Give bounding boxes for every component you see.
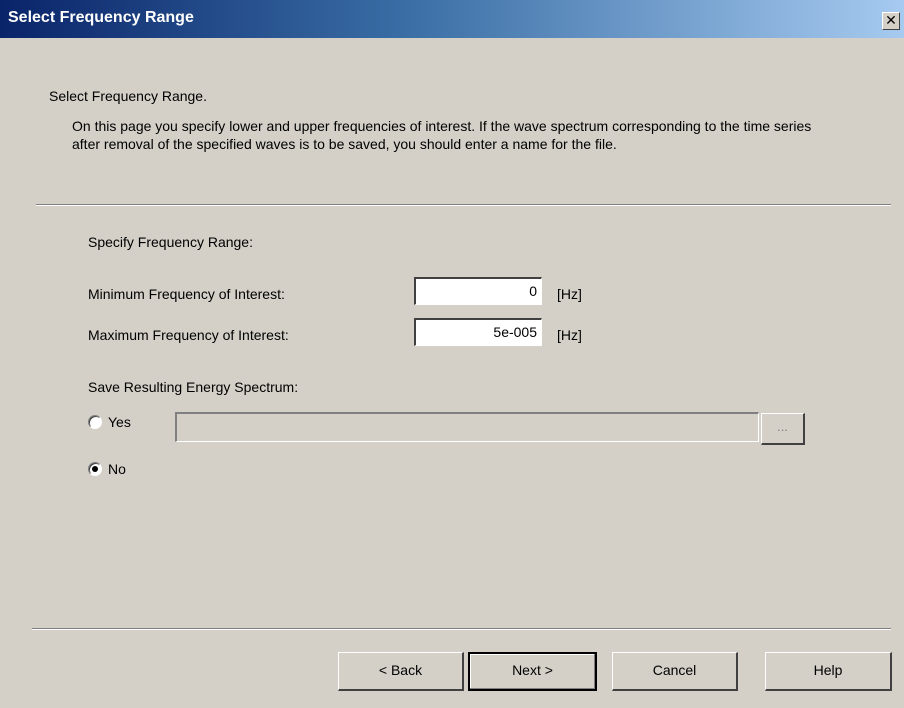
browse-button: ... [761,413,805,445]
radio-no-circle[interactable] [88,462,102,476]
next-button[interactable]: Next > [468,652,597,691]
min-frequency-label: Minimum Frequency of Interest: [88,286,285,302]
max-frequency-unit: [Hz] [557,327,582,343]
save-spectrum-label: Save Resulting Energy Spectrum: [88,379,299,395]
max-frequency-label: Maximum Frequency of Interest: [88,327,289,343]
radio-no[interactable]: No [88,461,126,477]
frequency-range-label: Specify Frequency Range: [88,234,253,250]
min-frequency-unit: [Hz] [557,286,582,302]
radio-yes-label[interactable]: Yes [108,414,131,430]
back-button[interactable]: < Back [338,652,464,691]
header-separator [36,204,891,206]
title-bar[interactable]: Select Frequency Range ✕ [0,0,904,38]
radio-no-label[interactable]: No [108,461,126,477]
footer-separator [32,628,891,630]
file-path-input [175,412,759,442]
page-description: On this page you specify lower and upper… [72,118,812,152]
page-heading: Select Frequency Range. [49,88,207,104]
wizard-dialog: Select Frequency Range ✕ Select Frequenc… [0,0,904,708]
min-frequency-input[interactable]: 0 [414,277,542,305]
cancel-button[interactable]: Cancel [612,652,738,691]
max-frequency-input[interactable]: 5e-005 [414,318,542,346]
close-icon: ✕ [885,12,897,28]
radio-yes[interactable]: Yes [88,414,131,430]
window-title: Select Frequency Range [8,9,194,26]
close-button[interactable]: ✕ [882,12,900,30]
radio-yes-circle[interactable] [88,415,102,429]
help-button[interactable]: Help [765,652,892,691]
